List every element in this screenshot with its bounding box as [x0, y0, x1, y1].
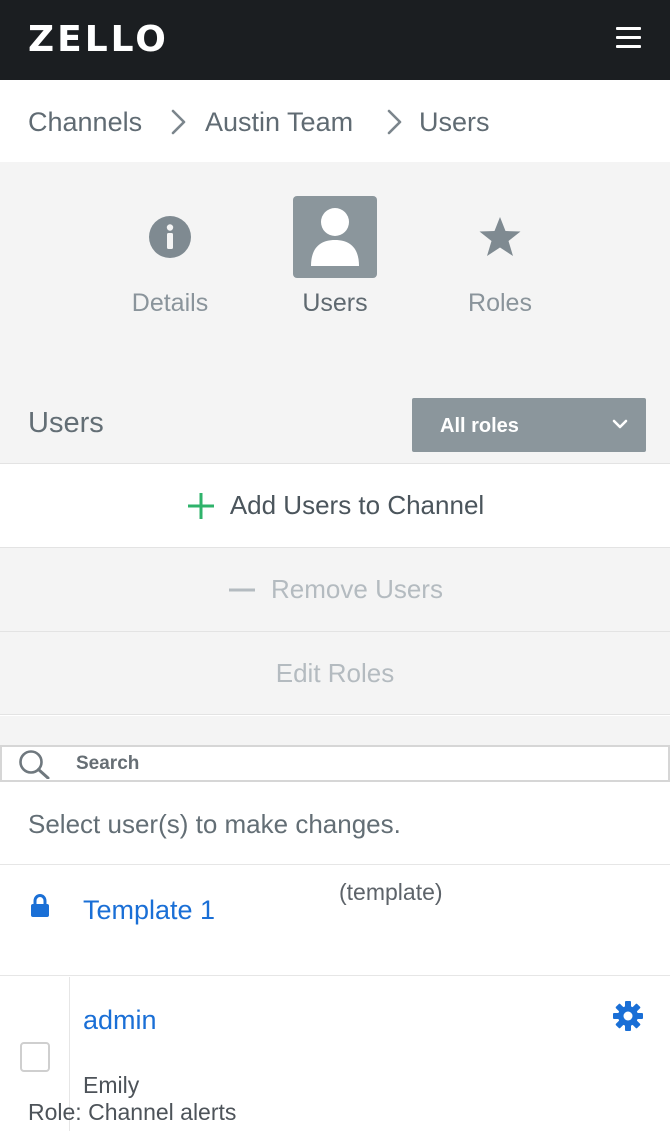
user-display-name: Emily [83, 1072, 140, 1098]
user-select-checkbox[interactable] [20, 1042, 50, 1072]
remove-users-label: Remove Users [271, 574, 443, 604]
breadcrumb-users: Users [419, 107, 490, 137]
user-role-text: Role: Channel alerts [28, 1099, 237, 1125]
breadcrumb-austin-team[interactable]: Austin Team [205, 106, 353, 138]
search-input[interactable] [76, 750, 656, 778]
channel-tabs-panel: Details Users Roles Users All roles [0, 162, 670, 464]
template-link[interactable]: Template 1 [83, 894, 215, 926]
template-tag: (template) [339, 879, 443, 905]
lock-icon [31, 894, 49, 917]
info-icon [149, 216, 191, 258]
chevron-right-icon [387, 109, 402, 135]
divider [0, 864, 670, 865]
user-name-link[interactable]: admin [83, 1004, 157, 1036]
search-box[interactable] [0, 745, 670, 782]
zello-logo[interactable]: ZELLO [28, 20, 169, 60]
search-icon [19, 750, 50, 779]
breadcrumb-channels[interactable]: Channels [28, 106, 142, 138]
selection-hint: Select user(s) to make changes. [28, 809, 401, 839]
roles-filter-value: All roles [440, 415, 519, 437]
tab-details-icon-wrap [128, 196, 212, 278]
tab-users-label: Users [302, 289, 368, 317]
star-icon [479, 217, 521, 256]
add-users-to-channel-button[interactable]: Add Users to Channel [0, 463, 670, 547]
roles-filter-dropdown[interactable]: All roles [412, 398, 646, 452]
user-icon [311, 208, 359, 266]
hamburger-menu-icon[interactable] [616, 27, 641, 49]
minus-icon [227, 575, 257, 605]
section-spacer [0, 716, 670, 745]
tab-roles-label: Roles [468, 289, 532, 317]
tab-roles[interactable]: Roles [425, 196, 575, 326]
tab-roles-icon-wrap [458, 196, 542, 278]
add-users-label: Add Users to Channel [229, 490, 485, 520]
gear-icon[interactable] [612, 1000, 644, 1032]
edit-roles-button[interactable]: Edit Roles [0, 631, 670, 715]
tab-users[interactable]: Users [260, 196, 410, 326]
edit-roles-label: Edit Roles [275, 657, 395, 688]
remove-users-button[interactable]: Remove Users [0, 547, 670, 631]
chevron-down-icon [612, 419, 628, 429]
top-bar: ZELLO [0, 0, 670, 80]
tab-details-label: Details [131, 289, 209, 317]
tab-details[interactable]: Details [95, 196, 245, 326]
plus-icon [186, 491, 216, 521]
breadcrumb: Channels Austin Team Users [0, 80, 670, 162]
tab-users-icon-wrap [293, 196, 377, 278]
divider [0, 975, 670, 976]
users-section-heading: Users [28, 407, 104, 439]
chevron-right-icon [171, 109, 186, 135]
